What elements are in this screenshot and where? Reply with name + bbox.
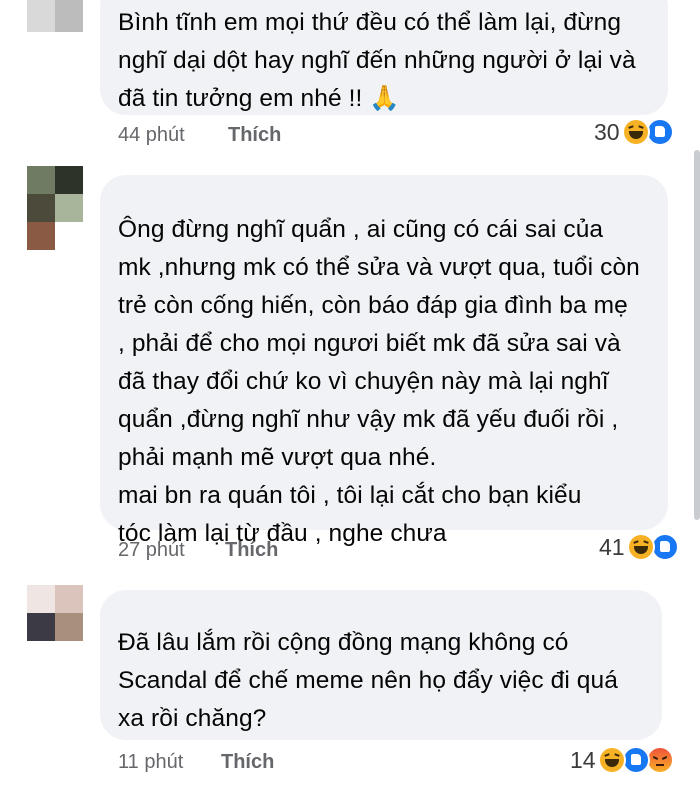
like-icon xyxy=(621,746,650,774)
avatar-cell xyxy=(55,585,83,613)
avatar-cell xyxy=(27,166,55,194)
like-button[interactable]: Thích xyxy=(228,124,281,147)
avatar-cell xyxy=(55,222,83,250)
comment-bubble: Bình tĩnh em mọi thứ đều có thể làm lại,… xyxy=(100,0,668,115)
like-icon xyxy=(645,118,674,146)
reaction-summary[interactable]: 41 xyxy=(599,533,679,561)
reaction-count: 14 xyxy=(570,746,596,773)
avatar-cell xyxy=(55,194,83,222)
avatar-cell xyxy=(27,194,55,222)
comment-time[interactable]: 44 phút xyxy=(118,124,185,147)
avatar-cell xyxy=(55,0,83,32)
comment-meta: 11 phút Thích xyxy=(118,751,378,777)
avatar-cell xyxy=(55,613,83,641)
like-button[interactable]: Thích xyxy=(225,539,278,562)
comment-text: Bình tĩnh em mọi thứ đều có thể làm lại,… xyxy=(118,9,636,112)
comment-meta: 44 phút Thích xyxy=(118,124,378,150)
angry-icon xyxy=(645,746,674,774)
haha-icon xyxy=(626,533,655,561)
haha-icon xyxy=(597,746,626,774)
haha-icon xyxy=(621,118,650,146)
reaction-summary[interactable]: 14 xyxy=(570,746,674,774)
avatar-cell xyxy=(27,222,55,250)
commenter-avatar[interactable] xyxy=(27,585,83,641)
comment-meta: 27 phút Thích xyxy=(118,539,378,565)
comment-time[interactable]: 11 phút xyxy=(118,751,183,774)
like-button[interactable]: Thích xyxy=(221,751,274,774)
comment-time[interactable]: 27 phút xyxy=(118,539,185,562)
reaction-count: 30 xyxy=(594,118,620,145)
comment-bubble: Đã lâu lắm rồi cộng đồng mạng không có S… xyxy=(100,590,662,740)
like-icon xyxy=(650,533,679,561)
avatar-cell xyxy=(55,166,83,194)
comment-bubble: Ông đừng nghĩ quẩn , ai cũng có cái sai … xyxy=(100,175,668,547)
scrollbar[interactable] xyxy=(694,150,700,520)
avatar-cell xyxy=(27,0,55,32)
reaction-summary[interactable]: 30 xyxy=(594,118,674,146)
commenter-avatar[interactable] xyxy=(27,0,83,32)
comment-text: Ông đừng nghĩ quẩn , ai cũng có cái sai … xyxy=(118,216,640,547)
reaction-count: 41 xyxy=(599,533,625,560)
comment-text: Đã lâu lắm rồi cộng đồng mạng không có S… xyxy=(118,629,618,732)
commenter-avatar[interactable] xyxy=(27,166,83,250)
avatar-cell xyxy=(27,613,55,641)
avatar-cell xyxy=(27,585,55,613)
